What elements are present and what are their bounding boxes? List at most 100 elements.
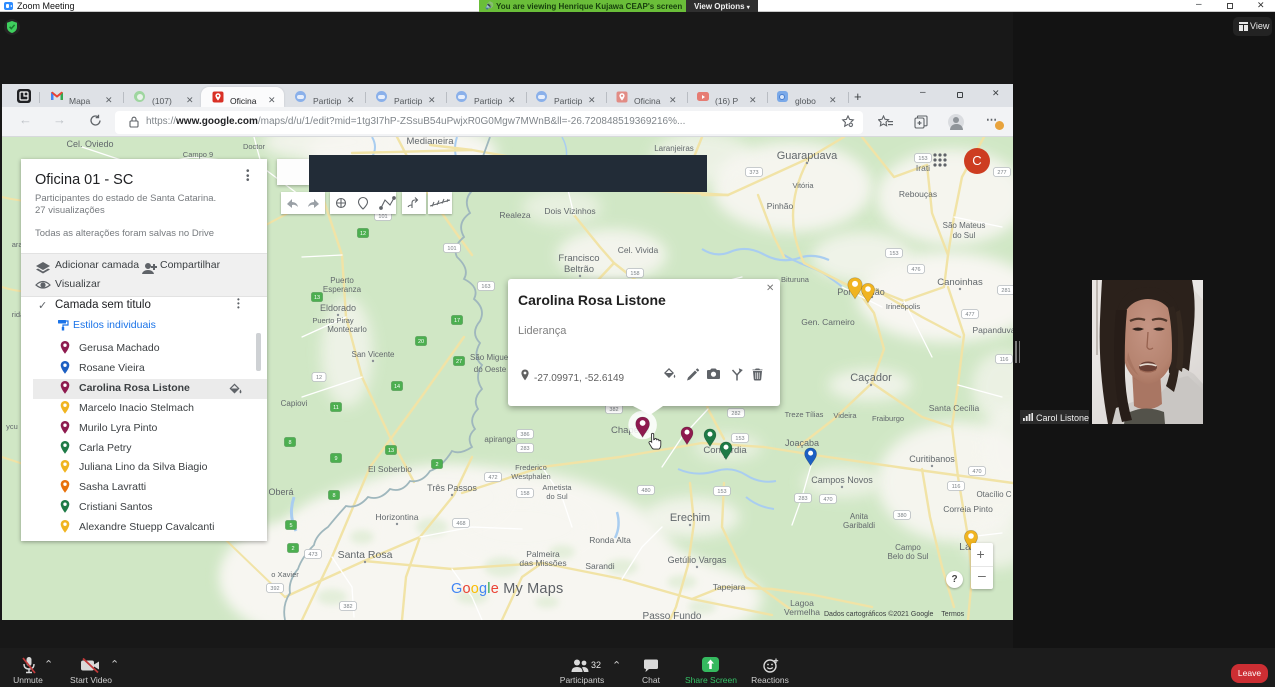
svg-text:São Miguel: São Miguel: [470, 353, 510, 362]
svg-text:Pinhão: Pinhão: [767, 201, 794, 211]
svg-text:o Xavier: o Xavier: [271, 570, 299, 579]
svg-text:473: 473: [308, 552, 317, 558]
svg-text:14: 14: [394, 384, 400, 390]
svg-text:277: 277: [997, 170, 1006, 176]
svg-text:São Mateus: São Mateus: [943, 221, 986, 230]
svg-text:Vitória: Vitória: [792, 181, 814, 190]
svg-text:Otacílio C: Otacílio C: [976, 490, 1011, 499]
svg-text:do Sul: do Sul: [546, 492, 568, 501]
svg-text:Eldorado: Eldorado: [320, 303, 356, 313]
svg-text:12: 12: [360, 231, 366, 237]
svg-text:283: 283: [520, 446, 529, 452]
svg-text:das Missões: das Missões: [519, 558, 566, 568]
svg-text:Horizontina: Horizontina: [376, 512, 419, 522]
svg-text:Montecarlo: Montecarlo: [327, 325, 367, 334]
svg-text:281: 281: [1001, 288, 1010, 294]
svg-text:Getúlio Vargas: Getúlio Vargas: [668, 555, 727, 565]
svg-text:27: 27: [456, 359, 462, 365]
svg-text:Passo Fundo: Passo Fundo: [643, 611, 702, 620]
svg-text:116: 116: [952, 484, 961, 490]
svg-text:480: 480: [641, 488, 650, 494]
svg-text:470: 470: [972, 469, 981, 475]
svg-text:Ametista: Ametista: [542, 483, 572, 492]
svg-text:do Sul: do Sul: [953, 231, 976, 240]
svg-text:Canoinhas: Canoinhas: [937, 277, 983, 288]
svg-text:153: 153: [735, 436, 744, 442]
svg-text:Cel. Vivida: Cel. Vivida: [618, 245, 659, 255]
svg-text:Francisco: Francisco: [558, 253, 599, 264]
svg-text:Gen. Carneiro: Gen. Carneiro: [801, 317, 855, 327]
svg-text:Caçador: Caçador: [850, 372, 892, 384]
svg-text:2: 2: [435, 462, 438, 468]
svg-text:Belo do Sul: Belo do Sul: [888, 552, 929, 561]
svg-text:13: 13: [314, 295, 320, 301]
svg-text:163: 163: [481, 284, 490, 290]
svg-text:Vermelha: Vermelha: [784, 607, 820, 617]
svg-text:283: 283: [798, 496, 807, 502]
svg-text:Treze Tílias: Treze Tílias: [785, 410, 824, 419]
svg-text:Puerto Piray: Puerto Piray: [312, 316, 354, 325]
svg-text:Guarapuava: Guarapuava: [777, 150, 838, 162]
svg-text:153: 153: [717, 489, 726, 495]
svg-text:Papanduva: Papanduva: [972, 325, 1013, 335]
svg-text:Beltrão: Beltrão: [564, 264, 594, 275]
svg-text:158: 158: [520, 491, 529, 497]
svg-text:Realeza: Realeza: [499, 210, 530, 220]
svg-text:Bituruna: Bituruna: [781, 275, 810, 284]
svg-text:Videira: Videira: [833, 411, 857, 420]
svg-text:El Soberbio: El Soberbio: [368, 464, 412, 474]
svg-text:9: 9: [334, 456, 337, 462]
svg-text:116: 116: [1000, 357, 1009, 363]
svg-text:153: 153: [918, 156, 927, 162]
svg-text:Puerto: Puerto: [330, 276, 354, 285]
svg-text:Frederico: Frederico: [515, 463, 547, 472]
svg-text:153: 153: [889, 251, 898, 257]
svg-text:Capiovi: Capiovi: [281, 399, 308, 408]
svg-text:do Oeste: do Oeste: [474, 365, 507, 374]
svg-text:Campos Novos: Campos Novos: [811, 475, 873, 485]
svg-text:Sarandi: Sarandi: [585, 561, 614, 571]
svg-text:Anita: Anita: [850, 512, 869, 521]
svg-text:2: 2: [291, 546, 294, 552]
svg-text:373: 373: [749, 170, 758, 176]
svg-text:Medianeira: Medianeira: [407, 137, 455, 147]
svg-text:Curitibanos: Curitibanos: [909, 454, 955, 464]
svg-text:San Vicente: San Vicente: [352, 350, 396, 359]
svg-text:Irineópolis: Irineópolis: [886, 302, 920, 311]
svg-text:Correia Pinto: Correia Pinto: [943, 504, 993, 514]
svg-text:101: 101: [378, 214, 387, 220]
svg-text:Irati: Irati: [916, 163, 930, 173]
svg-text:Garibaldi: Garibaldi: [843, 521, 875, 530]
svg-text:Esperanza: Esperanza: [323, 285, 362, 294]
svg-text:477: 477: [965, 312, 974, 318]
svg-text:Cel. Oviedo: Cel. Oviedo: [66, 139, 113, 149]
svg-text:20: 20: [418, 339, 424, 345]
svg-text:Santa Rosa: Santa Rosa: [338, 549, 393, 561]
svg-text:380: 380: [897, 513, 906, 519]
svg-text:Três Passos: Três Passos: [427, 483, 477, 493]
svg-text:Campo: Campo: [895, 543, 921, 552]
svg-text:apiranga: apiranga: [484, 435, 516, 444]
svg-text:Campo 9: Campo 9: [183, 150, 213, 159]
svg-text:8: 8: [288, 440, 291, 446]
svg-text:468: 468: [456, 521, 465, 527]
svg-text:Doctor: Doctor: [243, 142, 266, 151]
svg-text:476: 476: [911, 267, 920, 273]
svg-text:8: 8: [332, 493, 335, 499]
svg-text:158: 158: [630, 271, 639, 277]
svg-text:Tapejara: Tapejara: [713, 582, 746, 592]
svg-text:392: 392: [270, 586, 279, 592]
svg-text:282: 282: [731, 411, 740, 417]
svg-text:Fraiburgo: Fraiburgo: [872, 414, 904, 423]
svg-text:472: 472: [488, 475, 497, 481]
svg-text:Westphalen: Westphalen: [511, 472, 550, 481]
svg-text:101: 101: [447, 246, 456, 252]
svg-text:382: 382: [343, 604, 352, 610]
svg-text:Rebouças: Rebouças: [899, 189, 937, 199]
svg-text:12: 12: [316, 375, 322, 381]
svg-text:17: 17: [454, 318, 460, 324]
svg-text:470: 470: [823, 497, 832, 503]
svg-text:Santa Cecília: Santa Cecília: [929, 403, 980, 413]
svg-text:5: 5: [289, 523, 292, 529]
svg-text:382: 382: [609, 407, 618, 413]
